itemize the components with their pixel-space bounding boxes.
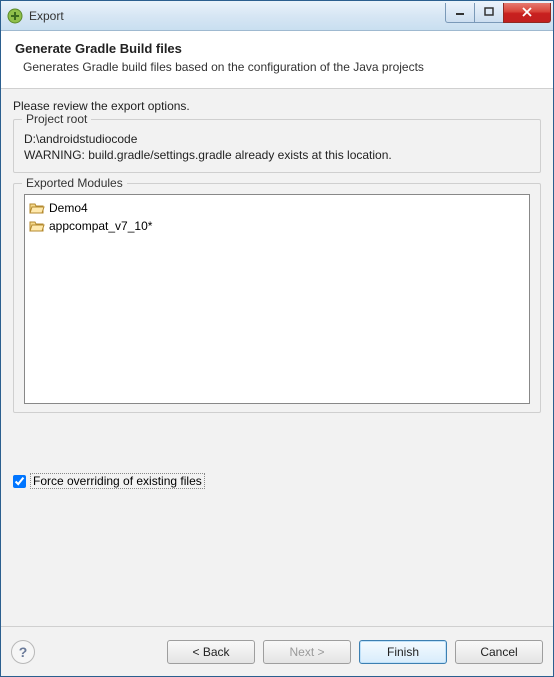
cancel-button[interactable]: Cancel	[455, 640, 543, 664]
module-item[interactable]: Demo4	[29, 199, 525, 217]
maximize-button[interactable]	[474, 3, 504, 23]
project-root-warning: WARNING: build.gradle/settings.gradle al…	[24, 148, 530, 162]
exported-modules-group: Exported Modules Demo4 appcompat_v7_10*	[13, 183, 541, 413]
exported-modules-list[interactable]: Demo4 appcompat_v7_10*	[24, 194, 530, 404]
wizard-subtitle: Generates Gradle build files based on th…	[15, 60, 539, 74]
project-root-label: Project root	[22, 112, 91, 126]
wizard-header: Generate Gradle Build files Generates Gr…	[1, 31, 553, 89]
module-name: Demo4	[49, 201, 88, 215]
project-root-path: D:\androidstudiocode	[24, 132, 530, 146]
finish-button[interactable]: Finish	[359, 640, 447, 664]
folder-open-icon	[29, 200, 45, 216]
folder-open-icon	[29, 218, 45, 234]
review-text: Please review the export options.	[13, 99, 541, 113]
project-root-group: Project root D:\androidstudiocode WARNIN…	[13, 119, 541, 173]
force-override-row: Force overriding of existing files	[13, 473, 541, 489]
button-bar: ? < Back Next > Finish Cancel	[1, 626, 553, 676]
minimize-button[interactable]	[445, 3, 475, 23]
wizard-title: Generate Gradle Build files	[15, 41, 539, 56]
window-title: Export	[29, 9, 446, 23]
help-icon: ?	[19, 644, 28, 660]
module-name: appcompat_v7_10*	[49, 219, 152, 233]
close-button[interactable]	[503, 3, 551, 23]
export-dialog-window: Export Generate Gradle Build files Gener…	[0, 0, 554, 677]
titlebar[interactable]: Export	[1, 1, 553, 31]
help-button[interactable]: ?	[11, 640, 35, 664]
module-item[interactable]: appcompat_v7_10*	[29, 217, 525, 235]
exported-modules-label: Exported Modules	[22, 176, 127, 190]
force-override-label[interactable]: Force overriding of existing files	[30, 473, 205, 489]
app-icon	[7, 8, 23, 24]
force-override-checkbox[interactable]	[13, 475, 26, 488]
next-button: Next >	[263, 640, 351, 664]
wizard-content: Please review the export options. Projec…	[1, 89, 553, 626]
back-button[interactable]: < Back	[167, 640, 255, 664]
window-controls	[446, 3, 551, 23]
